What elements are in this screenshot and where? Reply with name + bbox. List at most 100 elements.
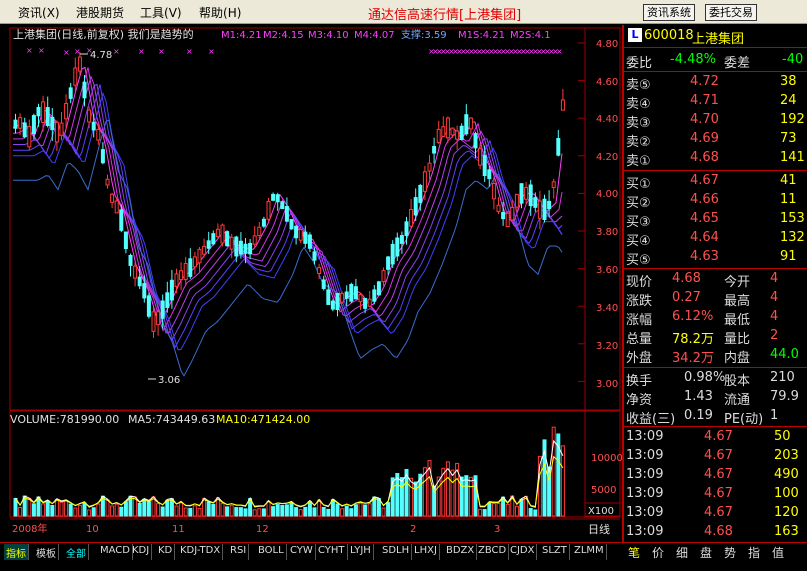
kline-chart[interactable]: 上港集团(日线,前复权) 我们是趋势的 M1:4.21 M2:4.15 M3:4… (8, 25, 622, 542)
indicator-tab[interactable]: RSI (228, 544, 250, 560)
volume-bar (381, 507, 386, 517)
high-annotation: 4.78 (90, 50, 112, 61)
indicator-tab[interactable]: KDJ (130, 544, 153, 560)
candle-body (13, 119, 18, 129)
stock-name: 上港集团 (692, 32, 745, 47)
trade-order-button[interactable]: 委托交易 (705, 4, 757, 21)
volume-bar (358, 502, 363, 517)
quote-panel: L 600018 上港集团 委比 -4.48% 委差 -40 卖⑤ 4.72 38 卖… (622, 25, 807, 545)
detail-tab[interactable]: 势 (724, 544, 736, 561)
candle-body (211, 233, 216, 245)
candle-body (459, 125, 464, 140)
indicator-tab[interactable]: 模板 (34, 544, 59, 560)
candle-body (261, 218, 266, 227)
candle-body (238, 240, 243, 255)
period-label[interactable]: 日线 (588, 522, 610, 536)
volume-bar (174, 505, 179, 517)
indicator-tab[interactable]: KDJ-TDX (178, 544, 224, 560)
ytick: 3.20 (596, 341, 618, 352)
ytick: 3.80 (596, 227, 618, 238)
ma2s-label: M2S:4.1 (510, 30, 551, 41)
candle-body (50, 116, 55, 131)
detail-tab[interactable]: 指 (748, 544, 760, 561)
candle-body (409, 208, 414, 227)
candle-body (41, 101, 46, 123)
candle-body (413, 197, 418, 216)
detail-tab[interactable]: 盘 (700, 544, 712, 561)
menu-hk-futures[interactable]: 港股期货 (76, 4, 124, 21)
menu-tools[interactable]: 工具(V) (140, 4, 182, 21)
indicator-tab[interactable]: BOLL (256, 544, 287, 560)
candle-body (547, 200, 552, 210)
tick-row: 13:09 4.67 50 (626, 429, 791, 444)
candle-body (556, 138, 561, 156)
tick-row: 13:09 4.67 203 (626, 448, 799, 463)
detail-tab[interactable]: 值 (772, 544, 784, 561)
signal-mark: × (26, 46, 33, 55)
sell-level: 卖④ 4.71 24 (626, 93, 797, 112)
volume-bar (386, 502, 391, 517)
indicator-tab[interactable]: 指标 (4, 544, 29, 560)
volume-bar (96, 503, 101, 517)
candle-body (427, 162, 432, 172)
buy-level: 买③ 4.65 153 (626, 211, 805, 230)
indicator-tab[interactable]: CYW (288, 544, 316, 560)
volume-bar (123, 501, 128, 517)
candle-body (160, 300, 165, 319)
candle-body (381, 270, 386, 283)
candle-body (445, 117, 450, 139)
volume-bar (73, 507, 78, 517)
volume-bar (367, 503, 372, 517)
candle-body (367, 298, 372, 307)
candle-body (537, 200, 542, 219)
candle-body (59, 122, 64, 136)
volume-bar (137, 502, 142, 517)
indicator-tab[interactable]: ZLMM (572, 544, 607, 560)
indicator-tab[interactable]: SLZT (540, 544, 570, 560)
indicator-tab[interactable]: LHXJ (412, 544, 440, 560)
volume-bar (409, 477, 414, 517)
candle-body (284, 206, 289, 222)
detail-tab[interactable]: 细 (676, 544, 688, 561)
candle-body (73, 67, 78, 86)
indicator-tab-bar: 指标 模板 全部 MACD KDJ KD KDJ-TDX RSI BOLL CYW CYHT LYJH… (0, 542, 807, 571)
indicator-tab[interactable]: 全部 (64, 544, 89, 560)
volume-bar (41, 503, 46, 517)
volume-bar (192, 505, 197, 517)
ytick: 3.00 (596, 379, 618, 390)
volume-bar (298, 509, 303, 517)
candle-body (321, 279, 326, 289)
candle-body (551, 181, 556, 189)
indicator-tab[interactable]: CJDX (508, 544, 538, 560)
detail-tab[interactable]: 价 (652, 544, 664, 561)
indicator-tab[interactable]: SDLH (380, 544, 413, 560)
indicator-tab[interactable]: ZBCD (476, 544, 510, 560)
detail-tab[interactable]: 笔 (628, 544, 640, 561)
candle-body (22, 122, 27, 138)
signal-mark: × (158, 47, 165, 56)
volume-bar (261, 508, 266, 517)
volume-bar (468, 476, 473, 517)
menu-news[interactable]: 资讯(X) (18, 4, 60, 21)
indicator-tab[interactable]: CYHT (316, 544, 348, 560)
signal-mark: × (186, 47, 193, 56)
volume-bar (514, 505, 519, 517)
candle-body (404, 221, 409, 236)
xlabel: 3 (494, 524, 500, 535)
indicator-tab[interactable]: LYJH (348, 544, 374, 560)
ytick: 4.20 (596, 152, 618, 163)
candle-body (202, 245, 207, 255)
candle-body (248, 243, 253, 255)
indicator-tab[interactable]: BDZX (444, 544, 478, 560)
indicator-tab[interactable]: KD (156, 544, 176, 560)
indicator-tab[interactable]: MACD (98, 544, 133, 560)
volume-bar (487, 502, 492, 517)
news-system-button[interactable]: 资讯系统 (643, 4, 695, 21)
menu-help[interactable]: 帮助(H) (199, 4, 241, 21)
candle-body (436, 128, 441, 143)
candle-body (137, 276, 142, 287)
volume-bar (284, 504, 289, 517)
candle-body (349, 283, 354, 302)
volume-bar (114, 503, 119, 517)
volume-bar (307, 501, 312, 517)
